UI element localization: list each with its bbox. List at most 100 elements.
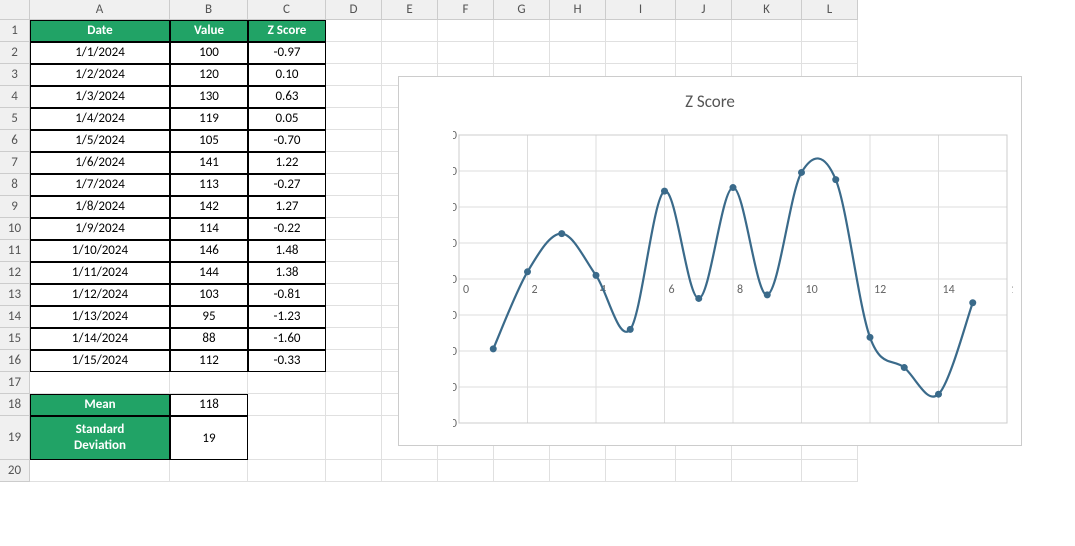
cell-value-5[interactable]: 105 <box>170 130 248 152</box>
cell-E2[interactable] <box>382 42 438 64</box>
cell-F2[interactable] <box>438 42 494 64</box>
cell-K2[interactable] <box>732 42 802 64</box>
column-header-G[interactable]: G <box>494 0 550 20</box>
spreadsheet-grid[interactable]: ABCDEFGHIJKL 123456789101112131415161718… <box>0 0 1075 546</box>
cell-zscore-10[interactable]: 1.48 <box>248 240 326 262</box>
row-header-11[interactable]: 11 <box>0 240 30 262</box>
row-header-9[interactable]: 9 <box>0 196 30 218</box>
cell-zscore-3[interactable]: 0.63 <box>248 86 326 108</box>
cell-J1[interactable] <box>676 20 732 42</box>
cell-date-9[interactable]: 1/9/2024 <box>30 218 170 240</box>
cell-D18[interactable] <box>326 394 382 416</box>
cell-C17[interactable] <box>248 372 326 394</box>
cell-date-11[interactable]: 1/11/2024 <box>30 262 170 284</box>
cell-zscore-5[interactable]: -0.70 <box>248 130 326 152</box>
cell-D19[interactable] <box>326 416 382 460</box>
cell-zscore-8[interactable]: 1.27 <box>248 196 326 218</box>
cell-D14[interactable] <box>326 306 382 328</box>
row-header-18[interactable]: 18 <box>0 394 30 416</box>
cell-D5[interactable] <box>326 108 382 130</box>
cell-date-8[interactable]: 1/8/2024 <box>30 196 170 218</box>
cell-D8[interactable] <box>326 174 382 196</box>
column-header-E[interactable]: E <box>382 0 438 20</box>
row-header-2[interactable]: 2 <box>0 42 30 64</box>
row-header-1[interactable]: 1 <box>0 20 30 42</box>
column-header-I[interactable]: I <box>606 0 676 20</box>
summary-std-value[interactable]: 19 <box>170 416 248 460</box>
cell-date-2[interactable]: 1/2/2024 <box>30 64 170 86</box>
cell-F1[interactable] <box>438 20 494 42</box>
cell-H1[interactable] <box>550 20 606 42</box>
cell-D3[interactable] <box>326 64 382 86</box>
cell-I2[interactable] <box>606 42 676 64</box>
cell-zscore-1[interactable]: -0.97 <box>248 42 326 64</box>
row-header-17[interactable]: 17 <box>0 372 30 394</box>
column-header-J[interactable]: J <box>676 0 732 20</box>
column-header-L[interactable]: L <box>802 0 858 20</box>
cell-D20[interactable] <box>326 460 382 482</box>
cell-value-8[interactable]: 142 <box>170 196 248 218</box>
summary-std-label[interactable]: StandardDeviation <box>30 416 170 460</box>
cell-value-1[interactable]: 100 <box>170 42 248 64</box>
cell-date-14[interactable]: 1/14/2024 <box>30 328 170 350</box>
column-header-K[interactable]: K <box>732 0 802 20</box>
cell-A20[interactable] <box>30 460 170 482</box>
row-header-20[interactable]: 20 <box>0 460 30 482</box>
cell-C18[interactable] <box>248 394 326 416</box>
cell-A17[interactable] <box>30 372 170 394</box>
cell-I20[interactable] <box>606 460 676 482</box>
column-header-A[interactable]: A <box>30 0 170 20</box>
cell-G20[interactable] <box>494 460 550 482</box>
cell-K1[interactable] <box>732 20 802 42</box>
cell-L1[interactable] <box>802 20 858 42</box>
cell-D4[interactable] <box>326 86 382 108</box>
cell-E20[interactable] <box>382 460 438 482</box>
row-header-14[interactable]: 14 <box>0 306 30 328</box>
cell-D17[interactable] <box>326 372 382 394</box>
cell-D15[interactable] <box>326 328 382 350</box>
cell-date-1[interactable]: 1/1/2024 <box>30 42 170 64</box>
header-zscore[interactable]: Z Score <box>248 20 326 42</box>
cell-zscore-6[interactable]: 1.22 <box>248 152 326 174</box>
cell-date-12[interactable]: 1/12/2024 <box>30 284 170 306</box>
cell-D11[interactable] <box>326 240 382 262</box>
cell-value-9[interactable]: 114 <box>170 218 248 240</box>
cell-K20[interactable] <box>732 460 802 482</box>
cell-D7[interactable] <box>326 152 382 174</box>
column-header-F[interactable]: F <box>438 0 494 20</box>
cell-value-11[interactable]: 144 <box>170 262 248 284</box>
cell-value-4[interactable]: 119 <box>170 108 248 130</box>
cell-J20[interactable] <box>676 460 732 482</box>
cell-G2[interactable] <box>494 42 550 64</box>
cell-D13[interactable] <box>326 284 382 306</box>
cell-D6[interactable] <box>326 130 382 152</box>
summary-mean-label[interactable]: Mean <box>30 394 170 416</box>
cell-value-3[interactable]: 130 <box>170 86 248 108</box>
header-date[interactable]: Date <box>30 20 170 42</box>
cell-zscore-9[interactable]: -0.22 <box>248 218 326 240</box>
row-header-3[interactable]: 3 <box>0 64 30 86</box>
row-header-16[interactable]: 16 <box>0 350 30 372</box>
column-header-B[interactable]: B <box>170 0 248 20</box>
cell-L2[interactable] <box>802 42 858 64</box>
cell-zscore-2[interactable]: 0.10 <box>248 64 326 86</box>
cell-date-13[interactable]: 1/13/2024 <box>30 306 170 328</box>
cell-date-4[interactable]: 1/4/2024 <box>30 108 170 130</box>
cell-value-14[interactable]: 88 <box>170 328 248 350</box>
row-header-13[interactable]: 13 <box>0 284 30 306</box>
column-header-C[interactable]: C <box>248 0 326 20</box>
row-header-15[interactable]: 15 <box>0 328 30 350</box>
cell-value-2[interactable]: 120 <box>170 64 248 86</box>
row-header-12[interactable]: 12 <box>0 262 30 284</box>
cell-I1[interactable] <box>606 20 676 42</box>
cell-value-10[interactable]: 146 <box>170 240 248 262</box>
cell-zscore-13[interactable]: -1.23 <box>248 306 326 328</box>
cell-date-10[interactable]: 1/10/2024 <box>30 240 170 262</box>
row-header-19[interactable]: 19 <box>0 416 30 460</box>
cell-zscore-15[interactable]: -0.33 <box>248 350 326 372</box>
cell-zscore-7[interactable]: -0.27 <box>248 174 326 196</box>
cell-D16[interactable] <box>326 350 382 372</box>
cell-zscore-4[interactable]: 0.05 <box>248 108 326 130</box>
column-header-H[interactable]: H <box>550 0 606 20</box>
row-header-7[interactable]: 7 <box>0 152 30 174</box>
